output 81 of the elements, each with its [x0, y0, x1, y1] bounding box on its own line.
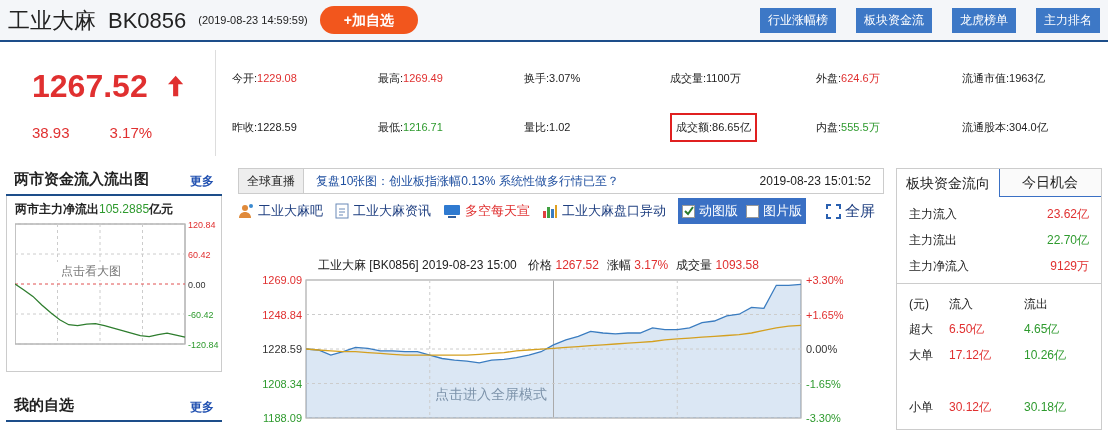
column-header: 流入 [949, 296, 974, 313]
axis-label: 0.00 [188, 280, 206, 290]
panel-title: 两市资金流入流出图 [14, 168, 149, 189]
document-icon [335, 203, 349, 219]
quick-link[interactable]: 工业大麻盘口异动 [542, 201, 666, 221]
axis-label: 1188.09 [263, 412, 302, 424]
up-arrow-icon [167, 74, 183, 98]
axis-label: -120.84 [188, 340, 219, 350]
change-percent: 3.17% [109, 123, 153, 143]
checkbox[interactable] [746, 204, 759, 218]
quote-field: 今开:1229.08 [232, 66, 297, 91]
table-cell-text: 30.12亿 [949, 399, 993, 416]
flow-label: 主力净流入 [909, 258, 969, 275]
flow-label: 主力流入 [909, 206, 957, 223]
quick-link[interactable]: 多空每天宣 [443, 201, 530, 221]
table-cell-text: 10.26亿 [1024, 347, 1068, 364]
axis-label: +1.65% [806, 308, 844, 321]
quote-field: 流通股本:304.0亿 [962, 115, 1048, 140]
quote-field: 量比:1.02 [524, 115, 571, 140]
chart-info: 工业大麻 [BK0856] 2019-08-23 15:00 价格 1267.52 涨幅 3.17% 成交量 1093.58 [317, 257, 760, 272]
chart-hint: 点击进入全屏模式 [435, 385, 547, 404]
quote-field: 成交额:86.65亿 [670, 113, 757, 142]
panel-title: 我的自选 [14, 394, 74, 415]
view-option[interactable]: 图片版 [746, 201, 802, 221]
table-cell-text: 小单 [909, 399, 934, 416]
table-cell-text: 17.12亿 [949, 347, 993, 364]
axis-label: -60.42 [188, 310, 214, 320]
column-header: 流出 [1024, 296, 1049, 313]
table-cell-text: 6.50亿 [949, 321, 986, 338]
more-link[interactable]: 更多 [190, 172, 214, 190]
stock-code: BK0856 [108, 6, 187, 35]
price-change: 38.93 [32, 123, 70, 143]
net-flow-text: 两市主力净流出105.2885亿元 [15, 201, 175, 218]
current-price: 1267.52 [32, 67, 148, 106]
column-header: (元) [909, 296, 930, 313]
nav-button[interactable]: 主力排名 [1036, 7, 1100, 33]
nav-button[interactable]: 行业涨幅榜 [760, 7, 836, 33]
quote-field: 最高:1269.49 [378, 66, 443, 91]
flow-value: 9129万 [1050, 258, 1089, 275]
flow-label: 主力流出 [909, 232, 957, 249]
checkbox[interactable] [682, 204, 695, 218]
axis-label: 1269.09 [262, 274, 302, 286]
table-cell-text: 30.18亿 [1024, 399, 1068, 416]
news-label: 全球直播 [239, 169, 304, 193]
quote-field: 流通市值:1963亿 [962, 66, 1045, 91]
quote-field: 内盘:555.5万 [816, 115, 880, 140]
news-time: 2019-08-23 15:01:52 [758, 173, 872, 190]
fullscreen-icon [826, 203, 841, 219]
monitor-icon [443, 203, 461, 219]
quote-field: 换手:3.07% [524, 66, 581, 91]
user-icon [238, 203, 254, 219]
axis-label: 1228.59 [262, 343, 302, 355]
stock-name: 工业大麻 [8, 6, 96, 35]
news-headline[interactable]: 复盘10张图：创业板指涨幅0.13% 系统性做多行情已至？ [304, 172, 748, 190]
axis-label: 1208.34 [262, 377, 302, 390]
axis-label: 1248.84 [262, 308, 302, 321]
axis-label: 0.00% [806, 343, 838, 355]
quote-field: 昨收:1228.59 [232, 115, 297, 140]
quick-link[interactable]: 工业大麻资讯 [335, 201, 431, 221]
fullscreen-link[interactable]: 全屏 [826, 199, 875, 223]
quote-field: 外盘:624.6万 [816, 66, 880, 91]
quote-field: 最低:1216.71 [378, 115, 443, 140]
axis-label: -3.30% [806, 412, 841, 424]
bar-chart-icon [542, 203, 558, 219]
table-cell-text: 超大 [909, 321, 934, 338]
more-link[interactable]: 更多 [190, 398, 214, 416]
axis-label: -1.65% [806, 377, 841, 390]
axis-label: +3.30% [806, 274, 844, 286]
view-option[interactable]: 动图版 [682, 201, 738, 221]
axis-label: 60.42 [188, 250, 211, 260]
table-cell-text: 大单 [909, 347, 934, 364]
nav-button[interactable]: 板块资金流 [856, 7, 932, 33]
axis-label: 120.84 [188, 220, 216, 230]
quote-time: (2019-08-23 14:59:59) [198, 12, 308, 28]
flow-value: 23.62亿 [1046, 206, 1089, 223]
quote-field: 成交量:1100万 [670, 66, 741, 91]
panel-tab[interactable]: 今日机会 [999, 169, 1101, 197]
table-cell-text: 4.65亿 [1024, 321, 1061, 338]
nav-button[interactable]: 龙虎榜单 [952, 7, 1016, 33]
quick-link[interactable]: 工业大麻吧 [238, 201, 323, 221]
flow-value: 22.70亿 [1046, 232, 1089, 249]
